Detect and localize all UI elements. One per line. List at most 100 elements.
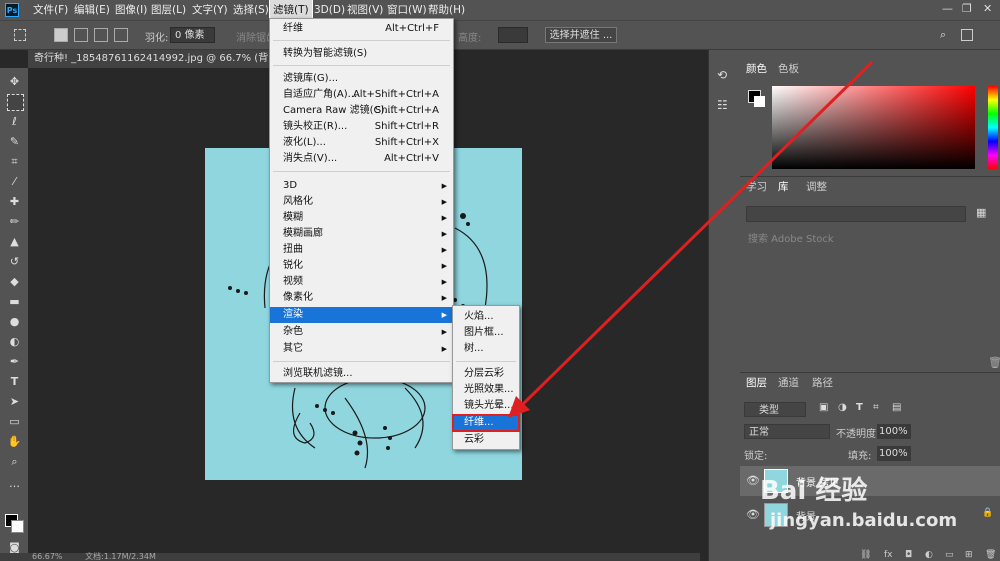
zoom-readout[interactable]: 66.67% — [32, 552, 63, 561]
tab-layers[interactable]: 图层 — [746, 373, 767, 393]
close-icon[interactable]: ✕ — [983, 2, 992, 15]
blend-mode-select[interactable]: 正常 — [744, 424, 830, 439]
brush-tool-icon[interactable]: ✏ — [7, 214, 22, 229]
tab-channels[interactable]: 通道 — [778, 373, 799, 393]
menu-file[interactable]: 文件(F) — [33, 0, 68, 20]
menu-filter[interactable]: 滤镜(T) — [269, 0, 313, 21]
fill-input[interactable]: 100% — [877, 446, 911, 461]
tab-learn[interactable]: 学习 — [746, 177, 767, 197]
menu-item-other[interactable]: 其它 ▶ — [270, 341, 453, 357]
tab-adjustments[interactable]: 调整 — [806, 177, 827, 197]
menu-item-distort[interactable]: 扭曲 ▶ — [270, 242, 453, 258]
restore-icon[interactable]: ❐ — [962, 2, 972, 15]
submenu-item-difference-clouds[interactable]: 分层云彩 — [453, 366, 519, 382]
delete-layer-icon[interactable]: 🗑 — [985, 550, 996, 560]
menu-item-noise[interactable]: 杂色 ▶ — [270, 324, 453, 340]
submenu-item-lens-flare[interactable]: 镜头光晕... — [453, 398, 519, 414]
feather-input[interactable]: 0 像素 — [170, 27, 215, 43]
minimize-icon[interactable]: — — [942, 2, 953, 15]
subtract-selection-icon[interactable] — [94, 28, 108, 42]
tab-swatches[interactable]: 色板 — [778, 59, 799, 79]
color-picker-field[interactable] — [772, 86, 975, 169]
marquee-preset-icon[interactable] — [14, 29, 26, 41]
menu-item-sharpen[interactable]: 锐化 ▶ — [270, 258, 453, 274]
menu-item-3d[interactable]: 3D ▶ — [270, 178, 453, 194]
rectangle-tool-icon[interactable]: ▭ — [7, 414, 22, 429]
submenu-item-picture-frame[interactable]: 图片框... — [453, 325, 519, 341]
intersect-selection-icon[interactable] — [114, 28, 128, 42]
menu-item-filter-gallery[interactable]: 滤镜库(G)... — [270, 71, 453, 87]
group-icon[interactable]: ▭ — [945, 550, 954, 560]
menu-item-stylize[interactable]: 风格化 ▶ — [270, 194, 453, 210]
add-selection-icon[interactable] — [74, 28, 88, 42]
more-tools-icon[interactable]: … — [7, 476, 22, 491]
menu-select[interactable]: 选择(S) — [233, 0, 269, 20]
crop-tool-icon[interactable]: ⌗ — [7, 154, 22, 169]
properties-panel-icon[interactable]: ☷ — [717, 98, 728, 112]
menu-item-render[interactable]: 渲染 ▶ — [270, 307, 453, 323]
blur-tool-icon[interactable]: ● — [7, 314, 22, 329]
menu-3d[interactable]: 3D(D) — [314, 0, 345, 20]
menu-item-video[interactable]: 视频 ▶ — [270, 274, 453, 290]
submenu-item-clouds[interactable]: 云彩 — [453, 432, 519, 448]
filter-shape-icon[interactable]: ⌗ — [873, 402, 879, 413]
menu-item-blur[interactable]: 模糊 ▶ — [270, 210, 453, 226]
hand-tool-icon[interactable]: ✋ — [7, 434, 22, 449]
menu-item-browse-online[interactable]: 浏览联机滤镜... — [270, 366, 453, 382]
height-input[interactable] — [498, 27, 528, 43]
submenu-item-fibers[interactable]: 纤维... — [452, 414, 520, 432]
history-brush-icon[interactable]: ↺ — [7, 254, 22, 269]
dodge-tool-icon[interactable]: ◐ — [7, 334, 22, 349]
background-color-swatch[interactable] — [11, 520, 24, 533]
trash-icon[interactable]: 🗑 — [988, 356, 1000, 369]
quick-select-tool-icon[interactable]: ✎ — [7, 134, 22, 149]
panel-background-swatch[interactable] — [754, 96, 765, 107]
stamp-tool-icon[interactable]: ▲ — [7, 234, 22, 249]
menu-item-pixelate[interactable]: 像素化 ▶ — [270, 290, 453, 306]
pen-tool-icon[interactable]: ✒ — [7, 354, 22, 369]
menu-help[interactable]: 帮助(H) — [428, 0, 465, 20]
document-tab[interactable]: 奇行种! _1854876116241499​2.jpg @ 66.7% (背景… — [28, 50, 273, 68]
menu-item-adaptive-wide-angle[interactable]: 自适应广角(A)... Alt+Shift+Ctrl+A — [270, 87, 453, 103]
menu-edit[interactable]: 编辑(E) — [74, 0, 110, 20]
hue-slider[interactable] — [988, 86, 998, 169]
menu-item-vanishing-point[interactable]: 消失点(V)... Alt+Ctrl+V — [270, 151, 453, 167]
menu-image[interactable]: 图像(I) — [115, 0, 147, 20]
filter-adjust-icon[interactable]: ◑ — [838, 402, 847, 413]
menu-type[interactable]: 文字(Y) — [192, 0, 228, 20]
move-tool-icon[interactable]: ✥ — [7, 74, 22, 89]
library-dropdown[interactable] — [746, 206, 966, 222]
menu-item-blur-gallery[interactable]: 模糊画廊 ▶ — [270, 226, 453, 242]
opacity-input[interactable]: 100% — [877, 424, 911, 439]
library-search[interactable]: 搜索 Adobe Stock — [748, 230, 834, 245]
fx-icon[interactable]: fx — [884, 550, 893, 560]
submenu-item-tree[interactable]: 树... — [453, 341, 519, 357]
eyedropper-tool-icon[interactable]: ⁄ — [7, 174, 22, 189]
menu-window[interactable]: 窗口(W) — [387, 0, 427, 20]
filter-pixel-icon[interactable]: ▣ — [819, 402, 828, 413]
filter-smart-icon[interactable]: ▤ — [892, 402, 901, 413]
adjustment-layer-icon[interactable]: ◐ — [925, 550, 933, 560]
submenu-item-lighting-effects[interactable]: 光照效果... — [453, 382, 519, 398]
tab-color[interactable]: 颜色 — [746, 59, 767, 79]
menu-item-last-filter[interactable]: 纤维 Alt+Ctrl+F — [270, 21, 453, 37]
type-tool-icon[interactable]: T — [7, 374, 22, 389]
healing-tool-icon[interactable]: ✚ — [7, 194, 22, 209]
tab-paths[interactable]: 路径 — [812, 373, 833, 393]
new-selection-icon[interactable] — [54, 28, 68, 42]
zoom-tool-icon[interactable]: ⌕ — [7, 454, 22, 469]
path-select-tool-icon[interactable]: ➤ — [7, 394, 22, 409]
visibility-eye-icon[interactable]: 👁 — [746, 474, 760, 487]
submenu-item-flame[interactable]: 火焰... — [453, 309, 519, 325]
menu-item-liquify[interactable]: 液化(L)... Shift+Ctrl+X — [270, 135, 453, 151]
workspace-icon[interactable] — [961, 29, 973, 41]
search-icon[interactable]: ⌕ — [940, 28, 946, 42]
mask-icon[interactable]: ◘ — [905, 550, 912, 560]
gradient-tool-icon[interactable]: ▬ — [7, 294, 22, 309]
menu-item-convert-smart-filter[interactable]: 转换为智能滤镜(S) — [270, 46, 453, 62]
tab-libraries[interactable]: 库 — [778, 177, 789, 197]
menu-item-camera-raw[interactable]: Camera Raw 滤镜(C)... Shift+Ctrl+A — [270, 103, 453, 119]
filter-type-icon[interactable]: T — [856, 402, 863, 413]
marquee-tool-icon[interactable] — [7, 94, 24, 111]
menu-view[interactable]: 视图(V) — [347, 0, 383, 20]
